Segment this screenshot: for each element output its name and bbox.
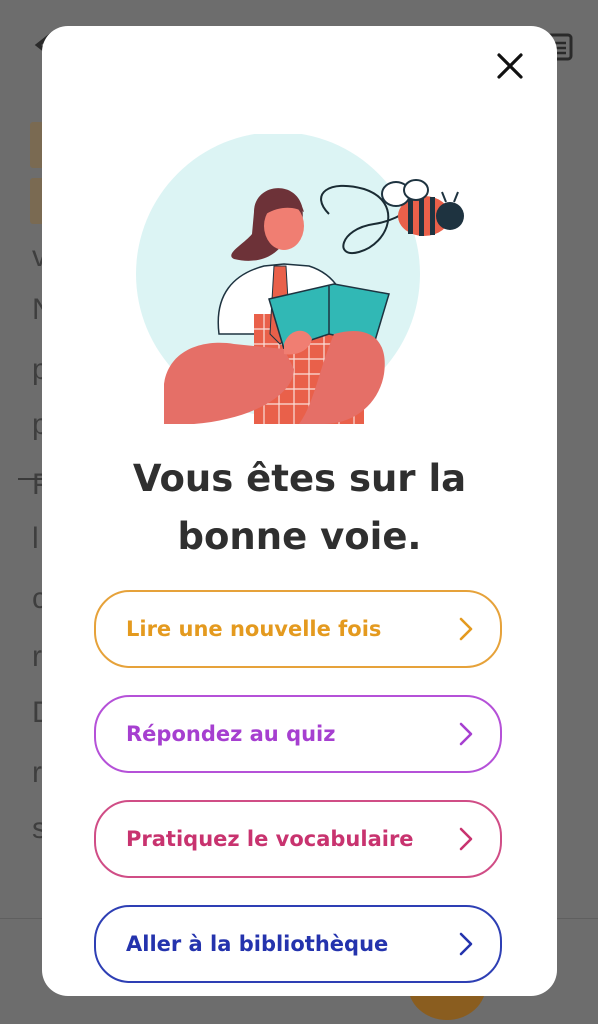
quiz-button[interactable]: Répondez au quiz	[94, 695, 502, 773]
background-text: l	[32, 522, 39, 555]
vocabulary-button[interactable]: Pratiquez le vocabulaire	[94, 800, 502, 878]
read-again-button[interactable]: Lire une nouvelle fois	[94, 590, 502, 668]
quiz-label: Répondez au quiz	[126, 722, 336, 746]
headline-line-2: bonne voie.	[177, 515, 422, 558]
chevron-right-icon	[459, 722, 473, 746]
close-icon	[497, 53, 523, 79]
woman-reading-illustration	[136, 134, 464, 424]
library-button[interactable]: Aller à la bibliothèque	[94, 905, 502, 983]
background-text: r	[32, 640, 42, 673]
library-label: Aller à la bibliothèque	[126, 932, 389, 956]
headline-line-1: Vous êtes sur la	[132, 457, 467, 500]
read-again-label: Lire une nouvelle fois	[126, 617, 382, 641]
completion-modal: Vous êtes sur la bonne voie. Lire une no…	[42, 26, 557, 996]
close-button[interactable]	[488, 44, 532, 88]
headline: Vous êtes sur la bonne voie.	[42, 450, 557, 566]
chevron-right-icon	[459, 827, 473, 851]
background-text: r	[32, 756, 42, 789]
vocabulary-label: Pratiquez le vocabulaire	[126, 827, 414, 851]
chevron-right-icon	[459, 617, 473, 641]
chevron-right-icon	[459, 932, 473, 956]
